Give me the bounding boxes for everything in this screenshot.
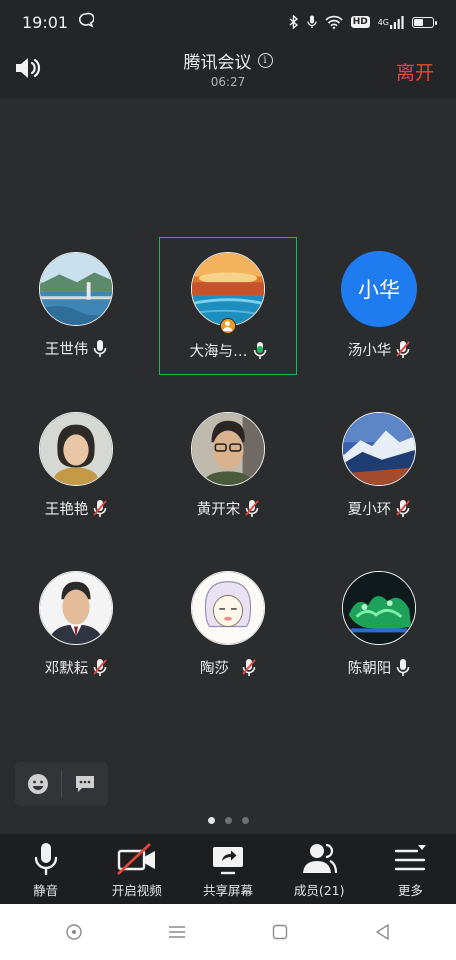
participant-name: 王艳艳 (44, 502, 89, 518)
meeting-duration: 06:27 (210, 75, 246, 89)
reaction-chat-bar (15, 762, 108, 806)
microphone-muted-icon (396, 341, 410, 358)
chat-message-icon (76, 776, 94, 792)
start-video-label: 开启视频 (111, 883, 162, 898)
page-indicator (0, 817, 456, 824)
emoji-button[interactable] (27, 773, 49, 795)
avatar (39, 412, 113, 486)
avatar (39, 252, 113, 326)
participant-name: 黄开宋 (196, 502, 241, 518)
home-nav-button[interactable] (260, 912, 300, 952)
avatar (191, 571, 265, 645)
bluetooth-icon (289, 15, 299, 29)
participant-name: 王世伟 (44, 342, 89, 358)
chat-bubble-icon (78, 12, 95, 32)
participant-name: 邓默耘 (44, 661, 89, 677)
microphone-muted-icon (245, 500, 259, 517)
avatar (191, 412, 265, 486)
meeting-toolbar: 静音 开启视频 共享屏幕 成员(21) 更多 (0, 834, 456, 904)
microphone-on-icon (93, 340, 107, 357)
home-square-icon (272, 924, 287, 940)
participant-tile[interactable]: 黄开宋 (159, 397, 297, 535)
page-dot-active[interactable] (207, 817, 215, 824)
microphone-muted-icon (396, 500, 410, 517)
members-icon (303, 843, 338, 874)
participant-tile[interactable]: 邓默耘 (7, 556, 145, 694)
microphone-icon (34, 843, 57, 876)
microphone-status-icon (307, 15, 317, 29)
host-badge-icon (220, 318, 236, 334)
more-menu-icon (395, 845, 427, 871)
share-screen-button[interactable]: 共享屏幕 (183, 842, 273, 899)
microphone-muted-icon (93, 659, 107, 676)
participant-tile[interactable]: 陶莎 (159, 556, 297, 694)
chat-button[interactable] (74, 774, 96, 794)
more-button[interactable]: 更多 (365, 842, 455, 899)
microphone-muted-icon (93, 500, 107, 517)
participant-name: 夏小环 (347, 502, 392, 518)
members-label: 成员(21) (293, 883, 345, 898)
back-nav-button[interactable] (363, 912, 403, 952)
info-icon[interactable]: i (257, 53, 273, 68)
assistant-nav-button[interactable] (54, 912, 94, 952)
participant-tile-active[interactable]: 大海与… (159, 237, 297, 375)
start-video-button[interactable]: 开启视频 (92, 842, 182, 899)
members-button[interactable]: 成员(21) (274, 842, 364, 899)
divider (61, 771, 62, 797)
back-triangle-icon (375, 924, 389, 940)
participant-name: 陶莎 (200, 661, 229, 677)
participant-name: 汤小华 (347, 343, 392, 359)
emoji-icon (28, 774, 48, 794)
microphone-muted-icon (242, 659, 256, 676)
more-label: 更多 (397, 883, 423, 898)
share-screen-label: 共享屏幕 (202, 883, 253, 898)
cellular-signal-icon: 4G (377, 15, 404, 29)
status-bar: 19:01 HD 4G (0, 0, 456, 44)
menu-nav-button[interactable] (157, 912, 197, 952)
meeting-header: 腾讯会议 i 06:27 离开 (0, 44, 456, 98)
participant-name: 陈朝阳 (347, 661, 392, 677)
avatar (342, 571, 416, 645)
wifi-icon (325, 15, 343, 29)
participant-tile[interactable]: 夏小环 (310, 397, 448, 535)
system-navigation-bar (0, 904, 456, 960)
meeting-title: 腾讯会议 (183, 53, 252, 73)
participant-tile[interactable]: 王艳艳 (7, 397, 145, 535)
avatar (191, 252, 265, 326)
page-dot[interactable] (224, 817, 232, 824)
video-off-icon (116, 843, 155, 875)
avatar (342, 412, 416, 486)
battery-icon (412, 16, 437, 28)
mute-label: 静音 (33, 883, 59, 898)
microphone-on-icon (396, 659, 410, 676)
target-circle-icon (65, 924, 82, 940)
participant-tile[interactable]: 小华 汤小华 (310, 237, 448, 375)
participant-tile[interactable]: 王世伟 (7, 237, 145, 375)
microphone-speaking-icon (253, 342, 266, 359)
share-screen-icon (212, 847, 243, 875)
avatar-initials: 小华 (341, 251, 417, 327)
menu-icon (168, 926, 185, 938)
leave-button[interactable]: 离开 (396, 58, 434, 85)
participant-tile[interactable]: 陈朝阳 (310, 556, 448, 694)
participant-name: 大海与… (189, 344, 248, 360)
network-type-label: 4G (377, 17, 389, 27)
page-dot[interactable] (241, 817, 249, 824)
avatar (39, 571, 113, 645)
status-time: 19:01 (22, 12, 69, 32)
hd-voice-icon: HD (350, 16, 370, 28)
mute-button[interactable]: 静音 (1, 842, 91, 899)
